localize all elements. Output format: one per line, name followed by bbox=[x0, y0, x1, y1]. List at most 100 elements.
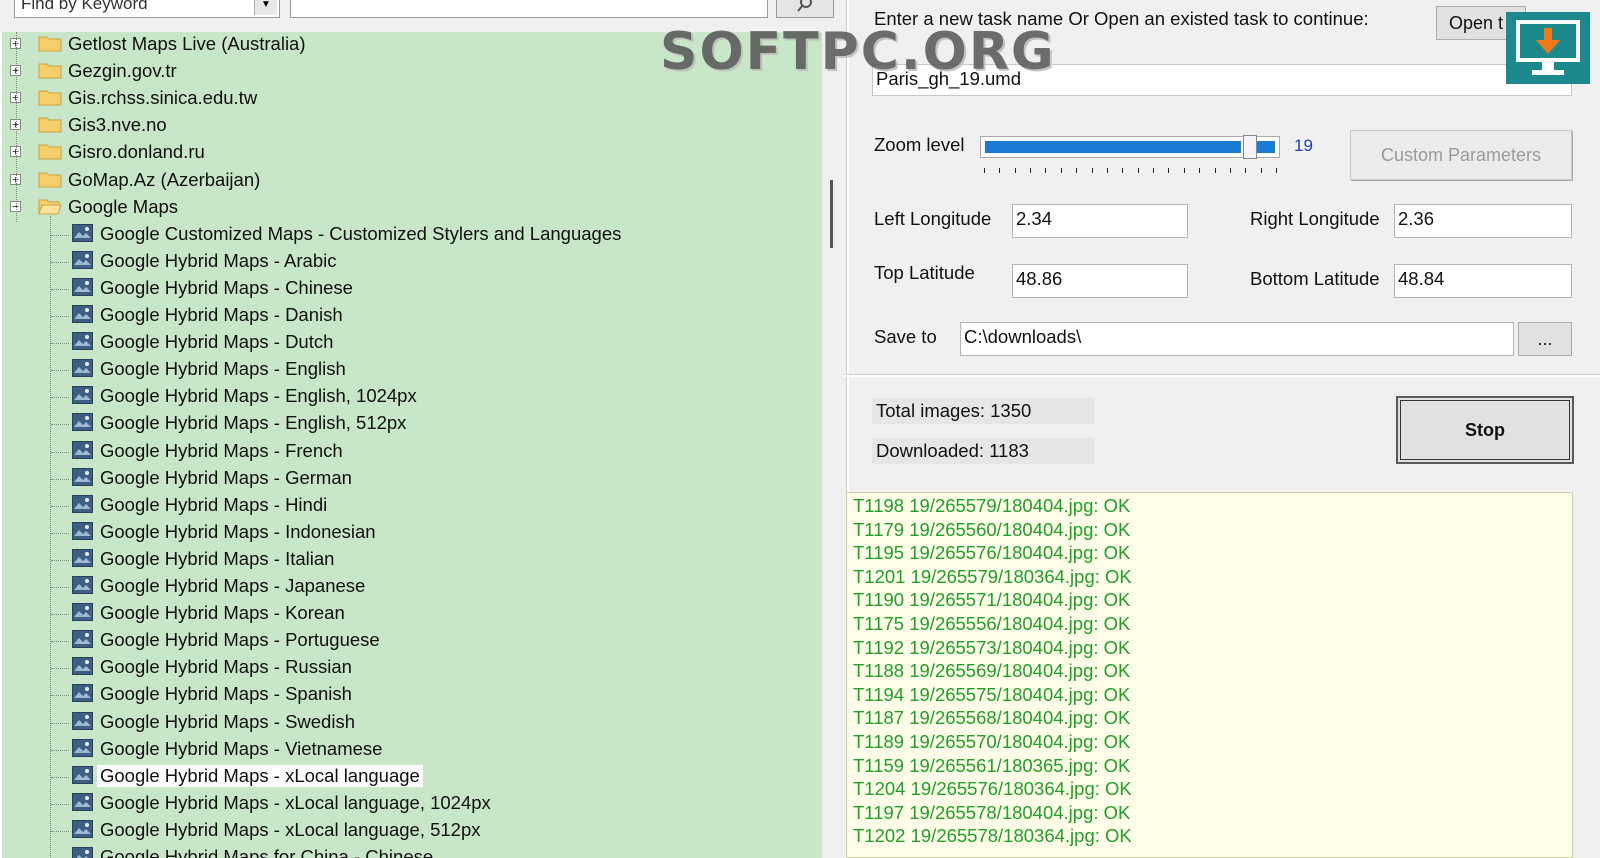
tree-connector bbox=[51, 695, 69, 697]
folder-icon bbox=[38, 63, 62, 79]
tree-map-item[interactable]: Google Customized Maps - Customized Styl… bbox=[2, 222, 822, 249]
zoom-tick bbox=[1229, 168, 1231, 173]
tree-map-item[interactable]: Google Hybrid Maps - xLocal language, 10… bbox=[2, 791, 822, 818]
tree-map-item[interactable]: Google Hybrid Maps - Portuguese bbox=[2, 628, 822, 655]
zoom-slider-ticks bbox=[980, 168, 1280, 176]
tree-map-label: Google Hybrid Maps for China - Chinese bbox=[100, 846, 434, 858]
tree-map-label: Google Hybrid Maps - Indonesian bbox=[100, 520, 376, 542]
zoom-slider[interactable] bbox=[980, 135, 1280, 159]
tree-map-item[interactable]: Google Hybrid Maps - Korean bbox=[2, 601, 822, 628]
tree-folder-item[interactable]: + Gis.rchss.sinica.edu.tw bbox=[2, 86, 822, 113]
tree-folder-label: Gisro.donland.ru bbox=[68, 141, 205, 163]
zoom-tick bbox=[1106, 168, 1108, 173]
tree-map-item[interactable]: Google Hybrid Maps - xLocal language bbox=[2, 764, 822, 791]
map-icon bbox=[72, 359, 93, 378]
tree-connector bbox=[51, 776, 69, 778]
tree-map-item[interactable]: Google Hybrid Maps - Danish bbox=[2, 303, 822, 330]
tree-map-item[interactable]: Google Hybrid Maps - Hindi bbox=[2, 493, 822, 520]
tree-map-item[interactable]: Google Hybrid Maps - French bbox=[2, 439, 822, 466]
left-longitude-input[interactable]: 2.34 bbox=[1012, 204, 1188, 238]
tree-map-item[interactable]: Google Hybrid Maps - xLocal language, 51… bbox=[2, 818, 822, 845]
tree-map-item[interactable]: Google Hybrid Maps - Arabic bbox=[2, 249, 822, 276]
tree-map-item[interactable]: Google Hybrid Maps - Indonesian bbox=[2, 520, 822, 547]
log-line: T1204 19/265576/180364.jpg: OK bbox=[853, 778, 1132, 800]
zoom-tick bbox=[1014, 168, 1016, 173]
search-button[interactable] bbox=[776, 0, 834, 18]
top-latitude-label: Top Latitude bbox=[874, 262, 975, 283]
tree-connector bbox=[51, 749, 69, 751]
tree-connector bbox=[51, 830, 69, 832]
watermark-text: SOFTPC.ORG bbox=[660, 22, 1056, 82]
tree-folder-label: Gezgin.gov.tr bbox=[68, 60, 177, 82]
map-icon bbox=[72, 386, 93, 405]
tree-folder-item[interactable]: − Google Maps bbox=[2, 195, 822, 222]
map-icon bbox=[72, 440, 93, 459]
tree-connector bbox=[51, 397, 69, 399]
tree-map-item[interactable]: Google Hybrid Maps - Russian bbox=[2, 655, 822, 682]
log-line: T1175 19/265556/180404.jpg: OK bbox=[853, 613, 1131, 634]
tree-map-item[interactable]: Google Hybrid Maps - Chinese bbox=[2, 276, 822, 303]
tree-map-item[interactable]: Google Hybrid Maps - Spanish bbox=[2, 682, 822, 709]
tree-map-label: Google Hybrid Maps - Spanish bbox=[100, 683, 352, 705]
map-icon bbox=[72, 467, 93, 486]
log-line: T1202 19/265578/180364.jpg: OK bbox=[853, 825, 1132, 847]
map-icon bbox=[72, 548, 93, 567]
tree-map-label: Google Hybrid Maps - Japanese bbox=[100, 575, 366, 596]
zoom-slider-thumb[interactable] bbox=[1243, 135, 1257, 159]
map-icon bbox=[72, 603, 93, 622]
map-icon bbox=[72, 792, 93, 811]
save-path-input[interactable]: C:\downloads\ bbox=[960, 322, 1514, 356]
browse-button[interactable]: ... bbox=[1518, 322, 1572, 356]
search-input[interactable] bbox=[290, 0, 768, 18]
section-divider bbox=[846, 374, 1600, 377]
map-icon bbox=[72, 332, 93, 351]
tree-connector bbox=[50, 215, 51, 858]
folder-icon bbox=[38, 117, 62, 133]
tree-map-item[interactable]: Google Hybrid Maps - German bbox=[2, 466, 822, 493]
tree-folder-item[interactable]: + Gis3.nve.no bbox=[2, 113, 822, 140]
tree-scrollbar-thumb[interactable] bbox=[830, 180, 833, 248]
zoom-tick bbox=[1122, 168, 1124, 173]
zoom-tick bbox=[1168, 168, 1170, 173]
tree-connector bbox=[51, 343, 69, 345]
log-line: T1192 19/265573/180404.jpg: OK bbox=[853, 636, 1131, 658]
log-line: T1179 19/265560/180404.jpg: OK bbox=[853, 518, 1131, 540]
chevron-down-icon[interactable]: ▼ bbox=[254, 0, 277, 15]
tree-folder-label: GoMap.Az (Azerbaijan) bbox=[68, 168, 261, 190]
right-longitude-input[interactable]: 2.36 bbox=[1394, 204, 1572, 238]
tree-map-item[interactable]: Google Hybrid Maps - English bbox=[2, 357, 822, 384]
stop-button[interactable]: Stop bbox=[1396, 396, 1574, 464]
tree-connector bbox=[51, 668, 69, 670]
log-line: T1189 19/265570/180404.jpg: OK bbox=[853, 731, 1131, 752]
top-latitude-input[interactable]: 48.86 bbox=[1012, 264, 1188, 298]
bottom-latitude-input[interactable]: 48.84 bbox=[1394, 264, 1572, 298]
tree-map-item[interactable]: Google Hybrid Maps - Vietnamese bbox=[2, 737, 822, 764]
map-icon bbox=[72, 223, 93, 242]
tree-map-label: Google Hybrid Maps - Italian bbox=[100, 547, 335, 569]
tree-folder-item[interactable]: + Gisro.donland.ru bbox=[2, 140, 822, 167]
tree-map-item[interactable]: Google Hybrid Maps - Italian bbox=[2, 547, 822, 574]
custom-parameters-button[interactable]: Custom Parameters bbox=[1350, 130, 1572, 180]
tree-folder-item[interactable]: + GoMap.Az (Azerbaijan) bbox=[2, 168, 822, 195]
downloaded-count-text: Downloaded: 1183 bbox=[872, 438, 1094, 464]
download-monitor-logo bbox=[1506, 12, 1590, 84]
folder-icon bbox=[38, 144, 62, 160]
map-icon bbox=[72, 738, 93, 757]
tree-map-item[interactable]: Google Hybrid Maps - Swedish bbox=[2, 710, 822, 737]
tree-connector bbox=[51, 803, 69, 805]
keyword-combobox[interactable]: Find by Keyword ▼ bbox=[14, 0, 280, 18]
zoom-slider-fill bbox=[1257, 141, 1275, 153]
tree-connector bbox=[51, 587, 69, 588]
zoom-tick bbox=[1137, 168, 1139, 173]
map-source-tree[interactable]: + Getlost Maps Live (Australia) + Gezgin.go… bbox=[0, 32, 822, 858]
tree-folder-label: Gis.rchss.sinica.edu.tw bbox=[68, 87, 258, 109]
tree-map-item[interactable]: Google Hybrid Maps for China - Chinese bbox=[2, 845, 822, 858]
map-icon bbox=[72, 494, 93, 513]
tree-connector bbox=[51, 532, 69, 534]
tree-map-item[interactable]: Google Hybrid Maps - English, 512px bbox=[2, 411, 822, 438]
tree-map-item[interactable]: Google Hybrid Maps - English, 1024px bbox=[2, 384, 822, 411]
tree-connector bbox=[51, 316, 69, 317]
download-log[interactable]: T1198 19/265579/180404.jpg: OK T1179 19/2… bbox=[846, 492, 1573, 858]
tree-map-item[interactable]: Google Hybrid Maps - Japanese bbox=[2, 574, 822, 601]
tree-map-item[interactable]: Google Hybrid Maps - Dutch bbox=[2, 330, 822, 357]
